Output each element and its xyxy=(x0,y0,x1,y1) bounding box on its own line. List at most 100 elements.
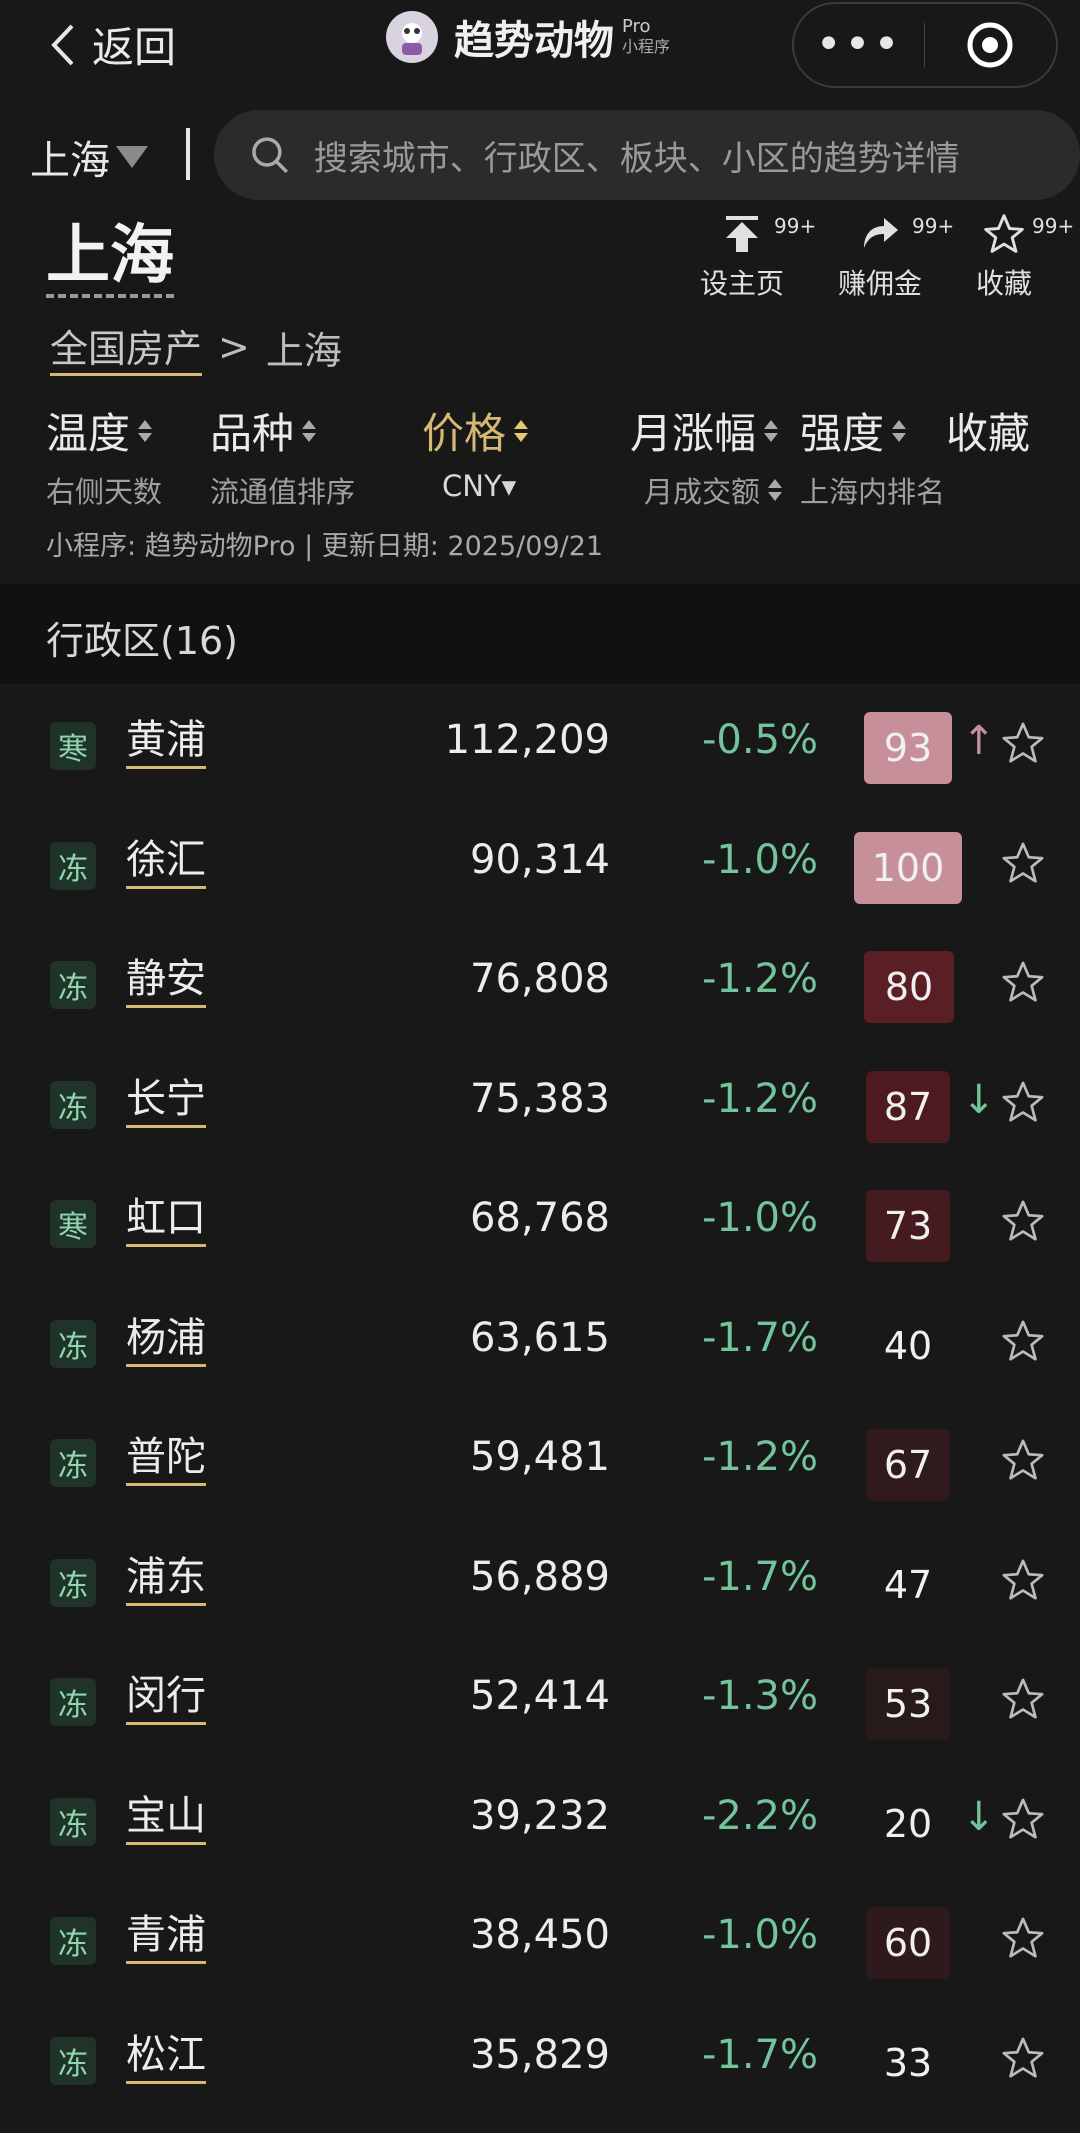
price-value: 35,829 xyxy=(470,2031,610,2078)
city-label: 上海 xyxy=(30,138,110,184)
section-title: 行政区(16) xyxy=(46,619,239,663)
change-value: -1.3% xyxy=(701,1673,818,1719)
table-row[interactable]: 冻 徐汇 90,314 -1.0% 100 xyxy=(0,804,1080,924)
pin-top-icon xyxy=(726,216,758,252)
district-name-link[interactable]: 普陀 xyxy=(126,1431,206,1486)
table-row[interactable]: 冻 普陀 59,481 -1.2% 67 xyxy=(0,1401,1080,1521)
strength-score: 53 xyxy=(866,1668,950,1740)
trend-down-icon: ↓ xyxy=(962,1076,996,1123)
sort-icon xyxy=(892,419,907,442)
city-selector[interactable]: 上海 xyxy=(30,128,148,186)
table-row[interactable]: 冻 闵行 52,414 -1.3% 53 xyxy=(0,1640,1080,1760)
district-name-link[interactable]: 青浦 xyxy=(126,1909,206,1964)
district-name-link[interactable]: 宝山 xyxy=(126,1790,206,1845)
column-strength-title: 强度 xyxy=(800,409,885,458)
price-value: 90,314 xyxy=(470,836,610,883)
star-icon[interactable] xyxy=(1000,1198,1046,1244)
search-placeholder: 搜索城市、行政区、板块、小区的趋势详情 xyxy=(313,138,960,179)
update-info: 小程序: 趋势动物Pro | 更新日期: 2025/09/21 xyxy=(46,531,604,562)
price-value: 68,768 xyxy=(470,1195,610,1241)
close-miniprogram-button[interactable] xyxy=(925,20,1055,70)
table-row[interactable]: 冻 青浦 38,450 -1.0% 60 xyxy=(0,1879,1080,1999)
district-name-link[interactable]: 闵行 xyxy=(126,1670,206,1725)
earn-commission-badge: 99+ xyxy=(912,214,955,238)
column-temp-sub: 右侧天数 xyxy=(46,475,163,509)
app-sub-label: 小程序 xyxy=(622,37,671,56)
district-name-link[interactable]: 长宁 xyxy=(126,1073,206,1128)
favorite-label: 收藏 xyxy=(976,267,1033,300)
table-row[interactable]: 冻 静安 76,808 -1.2% 80 xyxy=(0,923,1080,1043)
price-value: 112,209 xyxy=(444,717,610,763)
table-row[interactable]: 寒 黄浦 112,209 -0.5% 93 ↑ xyxy=(0,684,1080,804)
table-row[interactable]: 冻 长宁 75,383 -1.2% 87 ↓ xyxy=(0,1043,1080,1163)
column-kind[interactable]: 品种 流通值排序 xyxy=(210,400,355,511)
star-icon[interactable] xyxy=(1000,1437,1046,1483)
favorite-button[interactable]: 99+ 收藏 xyxy=(976,212,1074,302)
breadcrumb-root-link[interactable]: 全国房产 xyxy=(50,318,203,376)
district-name-link[interactable]: 杨浦 xyxy=(126,1312,206,1367)
star-icon[interactable] xyxy=(1000,1796,1046,1842)
change-value: -1.0% xyxy=(701,1195,818,1241)
change-value: -1.7% xyxy=(701,1314,818,1361)
district-name-link[interactable]: 虹口 xyxy=(126,1192,206,1247)
star-icon[interactable] xyxy=(1000,2035,1046,2081)
price-value: 52,414 xyxy=(470,1673,610,1719)
temperature-tag: 冻 xyxy=(50,1439,96,1487)
sort-icon xyxy=(768,479,783,501)
district-name-link[interactable]: 徐汇 xyxy=(126,834,206,889)
column-temp-title: 温度 xyxy=(46,409,131,458)
star-icon[interactable] xyxy=(1000,720,1046,766)
column-price-title: 价格 xyxy=(422,409,507,458)
change-value: -1.2% xyxy=(701,1075,818,1122)
temperature-tag: 冻 xyxy=(50,2036,96,2085)
table-row[interactable]: 冻 松江 35,829 -1.7% 33 xyxy=(0,1999,1080,2119)
earn-commission-button[interactable]: 99+ 赚佣金 xyxy=(838,212,954,302)
strength-score: 60 xyxy=(866,1907,950,1979)
star-icon[interactable] xyxy=(1000,840,1046,886)
district-name-link[interactable]: 静安 xyxy=(126,953,206,1008)
column-price[interactable]: 价格 CNY▾ xyxy=(422,400,529,503)
district-name-link[interactable]: 浦东 xyxy=(126,1551,206,1606)
column-change[interactable]: 月涨幅 月成交额 xyxy=(630,400,783,511)
table-row[interactable]: 冻 宝山 39,232 -2.2% 20 ↓ xyxy=(0,1760,1080,1880)
table-row[interactable]: 寒 虹口 68,768 -1.0% 73 xyxy=(0,1162,1080,1282)
temperature-tag: 冻 xyxy=(50,1797,96,1846)
column-strength-sub: 上海内排名 xyxy=(800,475,946,509)
trend-down-icon: ↓ xyxy=(962,1793,996,1840)
triangle-down-icon xyxy=(116,146,148,168)
breadcrumb-separator: > xyxy=(218,325,250,369)
star-icon[interactable] xyxy=(1000,1318,1046,1364)
temperature-tag: 冻 xyxy=(50,1319,96,1368)
district-name-link[interactable]: 松江 xyxy=(126,2029,206,2084)
set-home-button[interactable]: 99+ 设主页 xyxy=(700,212,816,302)
sort-active-icon xyxy=(514,419,529,442)
temperature-tag: 寒 xyxy=(50,722,96,770)
temperature-tag: 冻 xyxy=(50,961,96,1009)
star-icon[interactable] xyxy=(1000,1915,1046,1961)
temperature-tag: 冻 xyxy=(50,1678,96,1726)
strength-score: 47 xyxy=(883,1562,933,1607)
currency-selector[interactable]: CNY▾ xyxy=(442,469,528,503)
star-icon[interactable] xyxy=(1000,959,1046,1005)
star-icon[interactable] xyxy=(1000,1676,1046,1722)
change-value: -2.2% xyxy=(701,1792,818,1839)
strength-score: 33 xyxy=(883,2040,933,2085)
table-row[interactable]: 冻 杨浦 63,615 -1.7% 40 xyxy=(0,1282,1080,1402)
back-label: 返回 xyxy=(92,23,177,72)
star-icon[interactable] xyxy=(1000,1079,1046,1125)
table-row[interactable]: 冻 浦东 56,889 -1.7% 47 xyxy=(0,1521,1080,1641)
price-value: 38,450 xyxy=(470,1912,610,1958)
change-value: -1.7% xyxy=(701,1553,818,1600)
app-name: 趋势动物 xyxy=(454,18,614,64)
star-icon[interactable] xyxy=(1000,1557,1046,1603)
more-button[interactable]: ••• xyxy=(794,23,924,67)
temperature-tag: 冻 xyxy=(50,1080,96,1129)
chevron-left-icon xyxy=(51,24,74,65)
column-temp[interactable]: 温度 右侧天数 xyxy=(46,400,162,511)
search-input[interactable]: 搜索城市、行政区、板块、小区的趋势详情 xyxy=(214,110,1080,200)
divider xyxy=(186,128,190,180)
column-strength[interactable]: 强度 上海内排名 xyxy=(800,400,945,511)
district-name-link[interactable]: 黄浦 xyxy=(126,714,206,769)
back-button[interactable]: 返回 xyxy=(48,14,176,75)
price-value: 59,481 xyxy=(470,1434,610,1480)
